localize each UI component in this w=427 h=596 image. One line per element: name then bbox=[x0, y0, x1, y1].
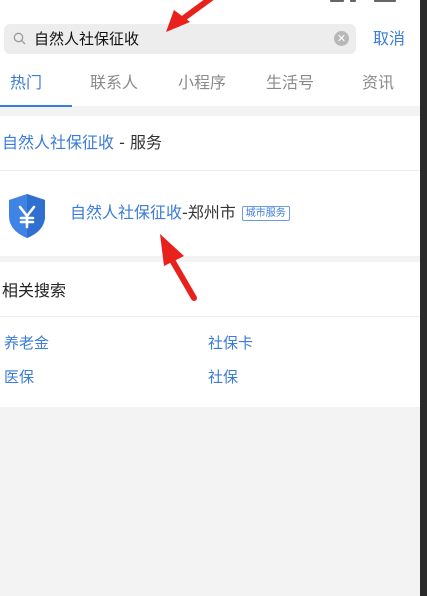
status-time bbox=[22, 0, 62, 8]
related-search-section: 相关搜索 养老金 社保卡 医保 社保 bbox=[0, 262, 420, 407]
divider bbox=[0, 316, 420, 317]
service-section: 自然人社保征收 - 服务 自然人社保征收-郑州市 城市服务 bbox=[0, 116, 420, 256]
annotation-arrow-icon bbox=[160, 234, 197, 301]
clear-icon[interactable]: ✕ bbox=[334, 31, 349, 46]
tab-life-accounts[interactable]: 生活号 bbox=[266, 72, 314, 94]
tab-mini-programs[interactable]: 小程序 bbox=[178, 72, 226, 94]
search-icon bbox=[13, 32, 26, 45]
related-item-pension[interactable]: 养老金 bbox=[4, 333, 49, 353]
annotation-arrow-icon bbox=[166, 0, 214, 32]
yuan-shield-icon bbox=[9, 194, 45, 238]
status-indicators bbox=[330, 0, 400, 6]
cancel-button[interactable]: 取消 bbox=[373, 28, 405, 50]
service-section-header: 自然人社保征收 - 服务 bbox=[2, 132, 162, 154]
service-item-zhengzhou[interactable]: 自然人社保征收-郑州市 城市服务 bbox=[70, 202, 290, 224]
tab-contacts[interactable]: 联系人 bbox=[90, 72, 138, 94]
tab-news[interactable]: 资讯 bbox=[362, 72, 394, 94]
service-name-highlight: 自然人社保征收 bbox=[70, 203, 183, 222]
city-service-badge: 城市服务 bbox=[241, 206, 290, 221]
tab-bar: 热门 联系人 小程序 生活号 资讯 bbox=[0, 62, 420, 107]
service-section-suffix: - 服务 bbox=[114, 133, 162, 152]
service-name-rest: -郑州市 bbox=[182, 203, 236, 222]
related-item-social-security-card[interactable]: 社保卡 bbox=[208, 333, 253, 353]
divider bbox=[0, 170, 420, 171]
app-screen: 自然人社保征收 ✕ 取消 热门 联系人 小程序 生活号 资讯 自然人社保征收 -… bbox=[0, 0, 420, 596]
related-item-social-security[interactable]: 社保 bbox=[208, 367, 238, 387]
search-query-text: 自然人社保征收 bbox=[34, 30, 140, 48]
service-keyword: 自然人社保征收 bbox=[2, 133, 115, 152]
related-search-title: 相关搜索 bbox=[2, 281, 67, 300]
screen-edge bbox=[420, 0, 427, 596]
active-tab-indicator bbox=[0, 105, 72, 107]
tab-hot[interactable]: 热门 bbox=[10, 72, 42, 94]
related-item-medical-insurance[interactable]: 医保 bbox=[4, 367, 34, 387]
